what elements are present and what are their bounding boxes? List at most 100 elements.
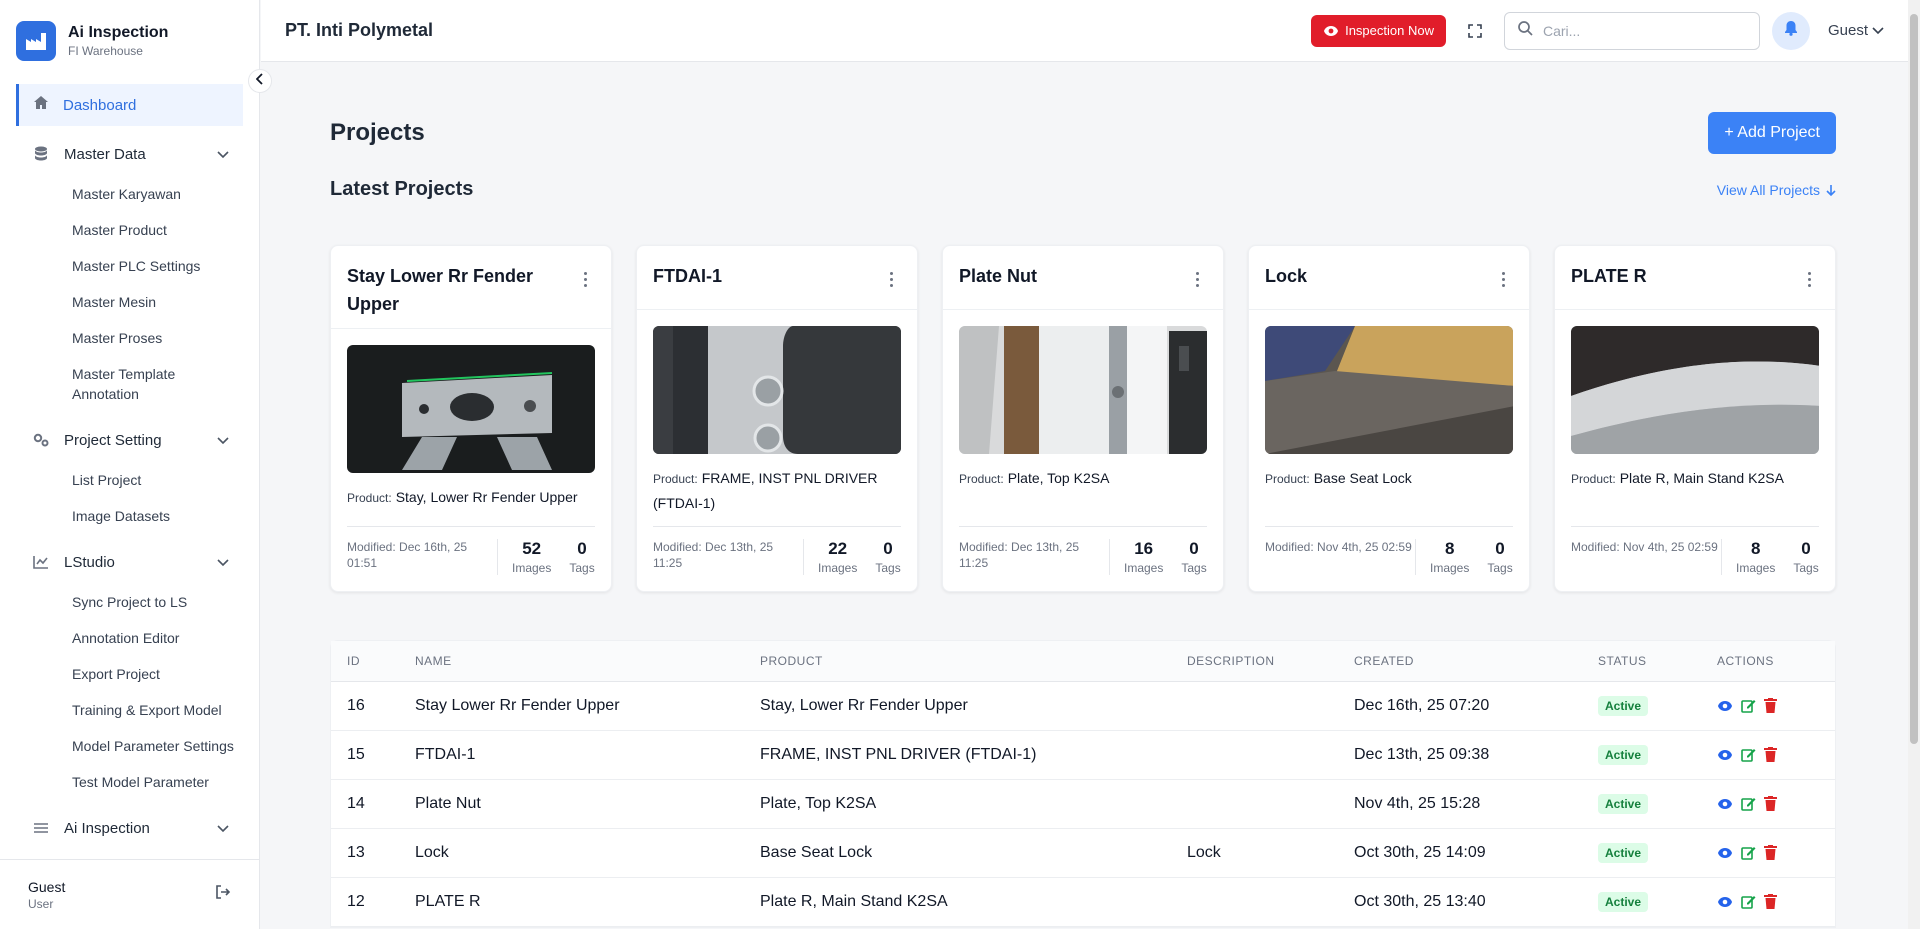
edit-icon[interactable] [1741,796,1756,811]
project-card[interactable]: Plate Nut Product: Plate, Top K2SA Modif… [942,245,1224,592]
brand-subtitle: FI Warehouse [68,44,143,58]
images-label: Images [1736,561,1776,575]
sidebar-item-export-project[interactable]: Export Project [16,656,243,692]
project-card[interactable]: Lock Product: Base Seat Lock Modified: No… [1248,245,1530,592]
table-row[interactable]: 13 Lock Base Seat Lock Lock Oct 30th, 25… [331,828,1835,878]
table-row[interactable]: 12 PLATE R Plate R, Main Stand K2SA Oct … [331,877,1835,927]
sidebar-item-master-plc-settings[interactable]: Master PLC Settings [16,248,243,284]
scrollbar-thumb[interactable] [1910,14,1918,744]
tags-label: Tags [569,561,595,575]
latest-projects-title: Latest Projects [330,178,474,200]
project-thumbnail [1265,326,1513,454]
project-cards: Stay Lower Rr Fender Upper Product: Stay,… [330,245,1836,592]
logout-icon[interactable] [215,885,231,904]
more-vertical-icon[interactable] [575,262,595,287]
cell-created: Nov 4th, 25 15:28 [1338,779,1582,829]
project-card[interactable]: PLATE R Product: Plate R, Main Stand K2SA… [1554,245,1836,592]
table-row[interactable]: 16 Stay Lower Rr Fender Upper Stay, Lowe… [331,681,1835,731]
card-title: Lock [1265,266,1308,286]
edit-icon[interactable] [1741,845,1756,860]
sidebar-item-model-parameter-settings[interactable]: Model Parameter Settings [16,728,243,764]
view-eye-icon[interactable] [1717,798,1733,810]
sidebar-item-test-model-parameter[interactable]: Test Model Parameter [16,764,243,800]
project-card[interactable]: FTDAI-1 Product: FRAME, INST PNL DRIVER (… [636,245,918,592]
edit-icon[interactable] [1741,747,1756,762]
view-eye-icon[interactable] [1717,749,1733,761]
chevron-down-icon [217,820,229,837]
projects-table: ID NAME PRODUCT DESCRIPTION CREATED STAT… [330,640,1836,928]
brand-title: Ai Inspection [68,24,169,41]
card-title: FTDAI-1 [653,266,722,286]
more-vertical-icon[interactable] [1493,262,1513,287]
page-scrollbar[interactable] [1908,0,1920,929]
sidebar-item-label: Dashboard [63,96,137,114]
more-vertical-icon[interactable] [1799,262,1819,287]
column-header-actions: ACTIONS [1701,641,1835,682]
cell-description [1171,681,1338,731]
sidebar-item-master-mesin[interactable]: Master Mesin [16,284,243,320]
sidebar-item-training-export-model[interactable]: Training & Export Model [16,692,243,728]
add-project-button[interactable]: + Add Project [1708,112,1836,154]
sidebar-section-ai-inspection[interactable]: Ai Inspection [16,806,243,850]
sidebar-section-label: Project Setting [64,431,162,449]
sidebar-collapse-button[interactable] [248,69,272,93]
view-eye-icon[interactable] [1717,896,1733,908]
images-count: 8 [1750,539,1761,558]
cell-product: Base Seat Lock [744,828,1171,878]
delete-trash-icon[interactable] [1764,747,1777,762]
status-badge: Active [1598,793,1649,814]
cell-description [1171,877,1338,927]
sidebar-item-master-karyawan[interactable]: Master Karyawan [16,176,243,212]
sidebar-item-dashboard[interactable]: Dashboard [16,84,243,126]
view-all-projects-link[interactable]: View All Projects [1717,182,1836,198]
card-modified: Modified: Nov 4th, 25 02:59 [1571,540,1718,554]
product-label: Product: [1265,472,1310,486]
cell-name: PLATE R [399,877,744,927]
sidebar-item-master-proses[interactable]: Master Proses [16,320,243,356]
project-card[interactable]: Stay Lower Rr Fender Upper Product: Stay,… [330,245,612,592]
column-header-product: PRODUCT [744,641,1171,682]
edit-icon[interactable] [1741,894,1756,909]
table-row[interactable]: 14 Plate Nut Plate, Top K2SA Nov 4th, 25… [331,779,1835,829]
more-vertical-icon[interactable] [881,262,901,287]
sidebar-nav: Dashboard Master Data Master Karyawan Ma… [16,84,243,857]
sidebar-section-master-data[interactable]: Master Data [16,132,243,176]
delete-trash-icon[interactable] [1764,845,1777,860]
factory-icon [16,21,56,61]
sidebar-item-sync-project[interactable]: Sync Project to LS [16,584,243,620]
search-box [1503,11,1760,50]
table-row[interactable]: 15 FTDAI-1 FRAME, INST PNL DRIVER (FTDAI… [331,730,1835,780]
search-input[interactable] [1542,22,1733,39]
cell-id: 12 [331,877,399,927]
sidebar-item-list-project[interactable]: List Project [16,462,243,498]
user-menu[interactable]: Guest [1828,22,1884,39]
sidebar-item-master-template-annotation[interactable]: Master Template Annotation [16,356,243,412]
top-header: PT. Inti Polymetal Inspection Now Guest [261,0,1908,62]
sidebar-item-master-product[interactable]: Master Product [16,212,243,248]
cell-description: Lock [1171,828,1338,878]
view-eye-icon[interactable] [1717,847,1733,859]
delete-trash-icon[interactable] [1764,894,1777,909]
fullscreen-icon[interactable] [1468,23,1482,38]
delete-trash-icon[interactable] [1764,698,1777,713]
sidebar-section-lstudio[interactable]: LStudio [16,540,243,584]
product-label: Product: [653,472,698,486]
view-eye-icon[interactable] [1717,700,1733,712]
database-icon [32,146,50,162]
sidebar-item-image-datasets[interactable]: Image Datasets [16,498,243,534]
cell-created: Oct 30th, 25 13:40 [1338,877,1582,927]
cell-name: Plate Nut [399,779,744,829]
cell-product: Plate, Top K2SA [744,779,1171,829]
delete-trash-icon[interactable] [1764,796,1777,811]
notification-button[interactable] [1771,11,1810,50]
card-product: Base Seat Lock [1313,470,1412,486]
sidebar-section-label: LStudio [64,553,115,571]
more-vertical-icon[interactable] [1187,262,1207,287]
sidebar-section-project-setting[interactable]: Project Setting [16,418,243,462]
cell-description [1171,730,1338,780]
sidebar-item-annotation-editor[interactable]: Annotation Editor [16,620,243,656]
edit-icon[interactable] [1741,698,1756,713]
cell-id: 15 [331,730,399,780]
inspection-now-button[interactable]: Inspection Now [1311,14,1446,47]
chevron-left-icon [255,72,264,90]
